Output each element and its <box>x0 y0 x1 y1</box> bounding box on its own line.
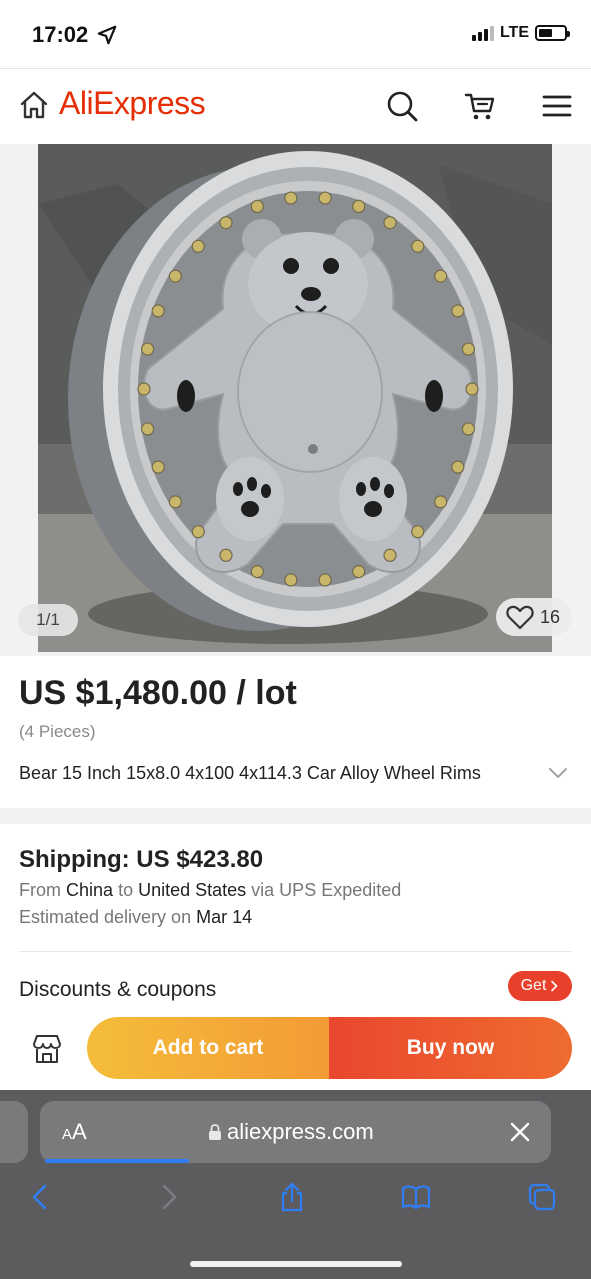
from-label: From <box>19 880 61 900</box>
text-size-button[interactable]: AA <box>62 1119 87 1145</box>
to-label: to <box>118 880 134 900</box>
url-text: aliexpress.com <box>227 1119 374 1144</box>
home-indicator[interactable] <box>190 1261 402 1267</box>
wheel-rivet <box>284 191 298 205</box>
wheel-rivet <box>383 216 397 230</box>
url-display[interactable]: aliexpress.com <box>208 1119 374 1145</box>
wheel-rivet <box>318 573 332 587</box>
wheel-rivet <box>250 199 264 213</box>
divider <box>19 951 572 952</box>
product-photo[interactable] <box>38 144 552 652</box>
forward-icon[interactable] <box>153 1182 183 1212</box>
lock-icon <box>209 1124 221 1140</box>
action-bar: Add to cart Buy now <box>0 1010 591 1090</box>
brand-logo[interactable]: AliExpress <box>59 85 206 122</box>
wheel-rivet <box>191 239 205 253</box>
buy-now-button[interactable]: Buy now <box>329 1017 572 1079</box>
address-bar[interactable]: AA aliexpress.com <box>40 1101 551 1163</box>
delivery-estimate: Estimated delivery on Mar 14 <box>19 907 252 928</box>
product-price: US $1,480.00 / lot <box>19 674 297 712</box>
wheel-rivet <box>411 239 425 253</box>
menu-icon[interactable] <box>540 89 574 123</box>
home-icon[interactable] <box>18 89 50 121</box>
wheel-rivet <box>140 342 155 356</box>
shipping-route: From China to United States via UPS Expe… <box>19 880 401 901</box>
wheel-rivet <box>250 565 264 579</box>
discounts-label: Discounts & coupons <box>19 978 217 1001</box>
previous-tab-preview[interactable] <box>0 1101 28 1163</box>
wheel-rivet <box>191 525 205 539</box>
wheel-rivet <box>451 460 465 474</box>
wheel-rivet <box>451 304 465 318</box>
search-icon[interactable] <box>385 89 419 123</box>
wheel-rivet <box>284 573 298 587</box>
text-size-small: A <box>62 1126 73 1143</box>
wheel-rivet <box>352 199 366 213</box>
wheel-rivet <box>465 382 479 396</box>
wheel-rivet <box>318 191 332 205</box>
wheel-rivet <box>383 548 397 562</box>
status-indicators: LTE <box>471 24 570 42</box>
estimate-label: Estimated delivery on <box>19 907 192 927</box>
wheel-rivet <box>168 269 182 283</box>
get-coupon-button[interactable]: Get <box>508 971 572 1001</box>
chevron-down-icon[interactable] <box>547 762 569 784</box>
signal-icon <box>471 25 494 41</box>
tabs-icon[interactable] <box>527 1182 557 1212</box>
text-size-large: A <box>72 1119 87 1144</box>
get-coupon-label: Get <box>520 977 547 994</box>
heart-icon <box>506 605 534 630</box>
network-label: LTE <box>499 24 529 41</box>
wheel-rivet <box>434 495 448 509</box>
section-divider <box>0 808 591 824</box>
product-title[interactable]: Bear 15 Inch 15x8.0 4x100 4x114.3 Car Al… <box>19 763 481 784</box>
add-to-cart-button[interactable]: Add to cart <box>87 1017 329 1079</box>
shipping-title: Shipping: US $423.80 <box>19 846 264 873</box>
cart-icon[interactable] <box>463 89 497 123</box>
share-icon[interactable] <box>277 1182 307 1212</box>
product-pieces: (4 Pieces) <box>19 722 96 741</box>
app-header: AliExpress <box>0 68 591 144</box>
image-counter: 1/1 <box>18 604 78 636</box>
store-icon[interactable] <box>30 1032 64 1066</box>
wheel-rivet <box>140 422 155 436</box>
wheel-rivet <box>461 422 476 436</box>
location-arrow-icon <box>97 25 117 45</box>
shipping-method: via UPS Expedited <box>251 880 402 900</box>
estimate-date: Mar 14 <box>196 907 253 927</box>
bookmarks-icon[interactable] <box>401 1182 431 1212</box>
wheel-rivet <box>352 565 366 579</box>
wishlist-count: 16 <box>540 606 561 627</box>
origin-country: China <box>66 880 114 900</box>
back-icon[interactable] <box>26 1182 56 1212</box>
wheel-rivet <box>411 525 425 539</box>
browser-chrome: AA aliexpress.com <box>0 1090 591 1279</box>
battery-icon <box>535 25 570 41</box>
shipping-section[interactable]: Shipping: US $423.80 From China to Unite… <box>0 824 591 1024</box>
status-bar: 17:02 LTE <box>0 0 591 68</box>
close-icon[interactable] <box>509 1121 531 1143</box>
price-section: US $1,480.00 / lot (4 Pieces) Bear 15 In… <box>0 656 591 808</box>
page-load-progress <box>45 1159 189 1163</box>
wheel-rivet <box>434 269 448 283</box>
wheel-rivet <box>219 216 233 230</box>
wheel-rivet <box>219 548 233 562</box>
wheel-rivet <box>461 342 476 356</box>
wheel-rivet <box>151 460 165 474</box>
wheel-rivet <box>168 495 182 509</box>
destination-country: United States <box>138 880 247 900</box>
wheel-rivet <box>151 304 165 318</box>
wishlist-button[interactable]: 16 <box>496 598 572 636</box>
wheel-rivet <box>137 382 151 396</box>
chevron-right-icon <box>551 980 559 992</box>
product-gallery[interactable]: 1/1 16 <box>0 144 591 656</box>
status-time: 17:02 <box>32 22 89 47</box>
